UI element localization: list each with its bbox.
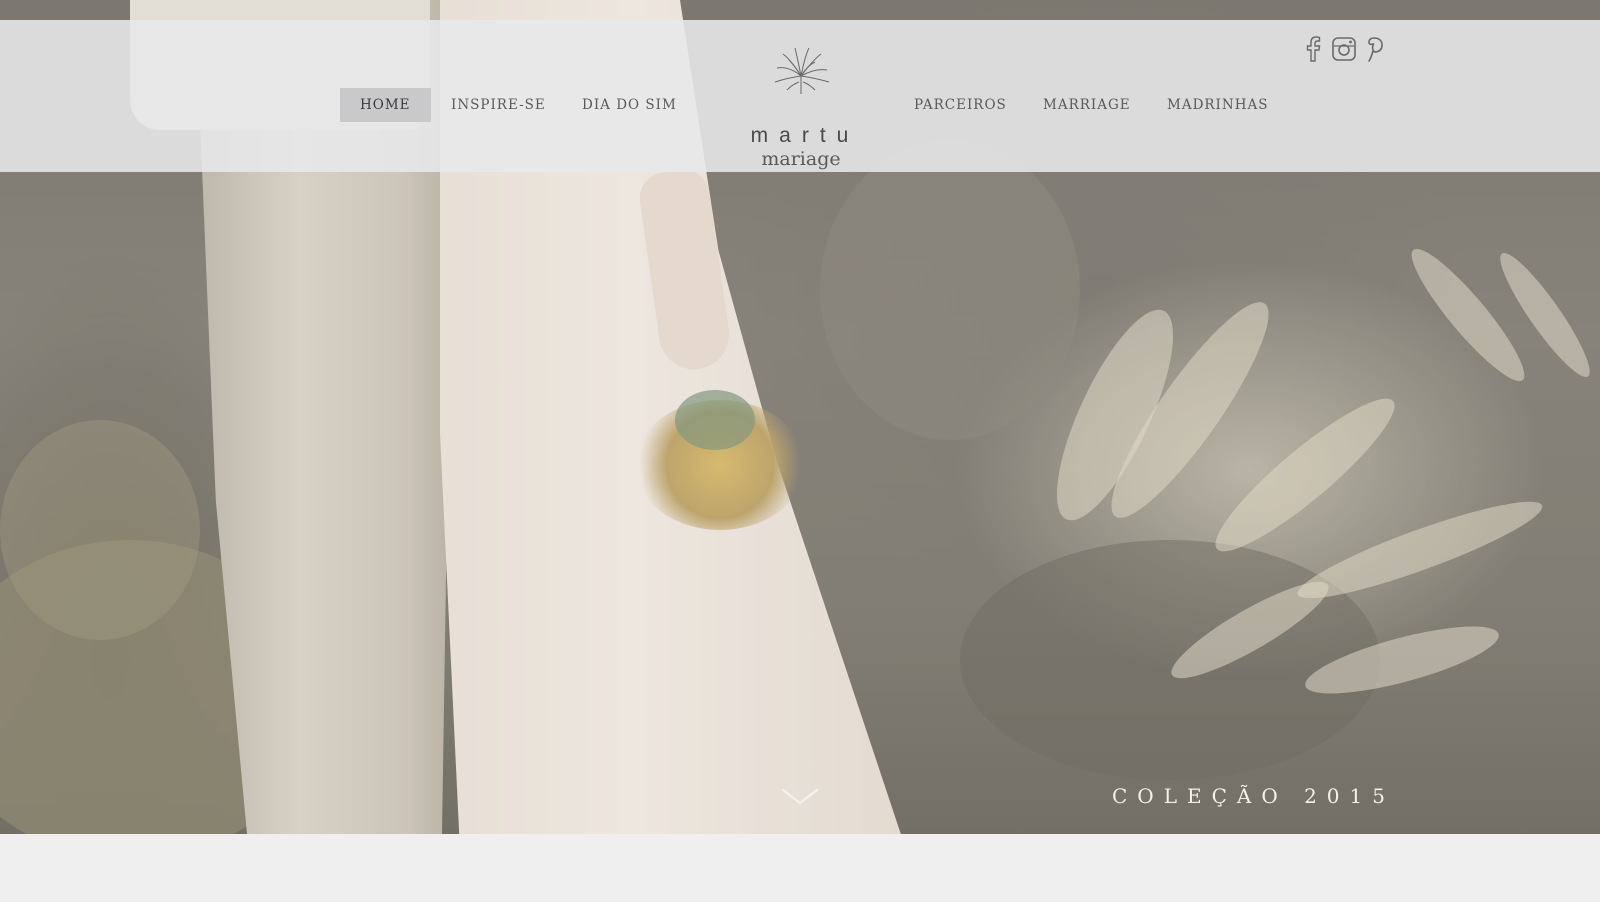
instagram-icon[interactable] <box>1331 36 1357 62</box>
header-bar: HOME INSPIRE-SE DIA DO SIM PARCEIROS MAR… <box>0 20 1600 172</box>
nav-madrinhas[interactable]: MADRINHAS <box>1147 88 1288 122</box>
logo-name: martu <box>750 124 860 147</box>
nav-parceiros[interactable]: PARCEIROS <box>894 88 1027 122</box>
logo[interactable]: martu mariage <box>726 46 876 170</box>
collection-label: COLEÇÃO 2015 <box>1112 784 1395 808</box>
page-content-area <box>0 834 1600 902</box>
logo-subtitle: mariage <box>761 148 841 170</box>
nav-home[interactable]: HOME <box>340 88 431 122</box>
nav-marriage[interactable]: MARRIAGE <box>1023 88 1151 122</box>
nav-inspire-se[interactable]: INSPIRE-SE <box>431 88 566 122</box>
chevron-down-icon[interactable] <box>780 786 820 808</box>
flower-bouquet-icon <box>774 47 830 94</box>
pinterest-icon[interactable] <box>1364 36 1384 62</box>
facebook-icon[interactable] <box>1304 36 1322 62</box>
nav-dia-do-sim[interactable]: DIA DO SIM <box>562 88 697 122</box>
